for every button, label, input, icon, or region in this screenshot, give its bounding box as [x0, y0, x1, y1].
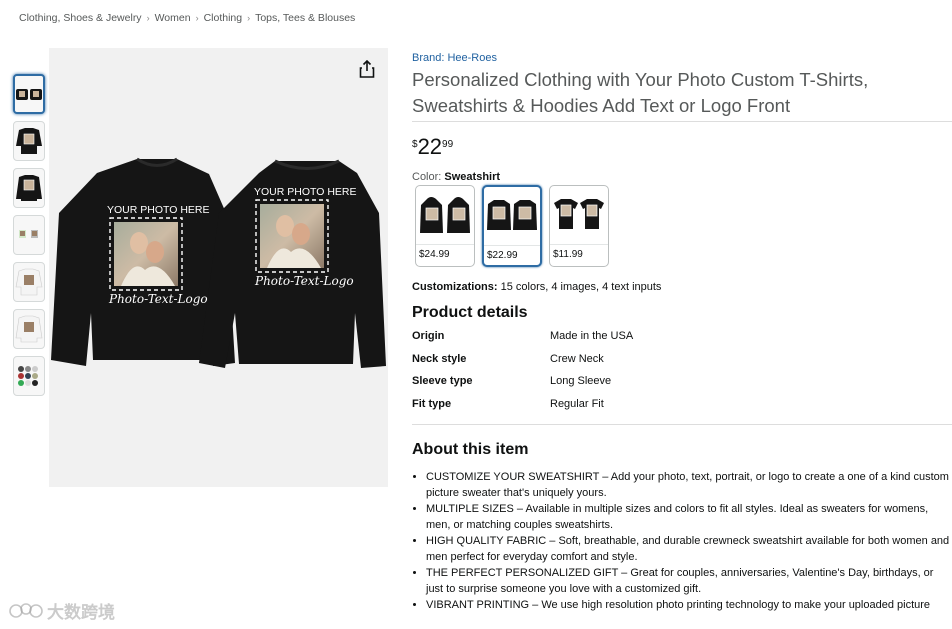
about-heading: About this item — [412, 441, 529, 458]
breadcrumb-item-tops[interactable]: Tops, Tees & Blouses — [255, 12, 355, 24]
breadcrumb-separator: › — [247, 13, 251, 23]
breadcrumb-item-clothing[interactable]: Clothing — [204, 12, 243, 24]
swatch-price: $24.99 — [416, 244, 474, 266]
watermark-text: 大数跨境 — [47, 603, 115, 622]
photo-tag-right: YOUR PHOTO HERE — [254, 186, 357, 198]
detail-row-origin: Origin Made in the USA — [412, 330, 952, 353]
about-bullet: THE PERFECT PERSONALIZED GIFT – Great fo… — [426, 565, 952, 597]
thumbnail-strip — [13, 74, 45, 403]
swatch-hoodie[interactable]: $24.99 — [415, 185, 475, 267]
detail-value: Crew Neck — [550, 352, 604, 365]
customizations-label: Customizations: — [412, 281, 498, 293]
thumbnail-4[interactable] — [13, 215, 45, 255]
divider — [412, 121, 952, 122]
product-info: Brand: Hee-Roes Personalized Clothing wi… — [412, 48, 952, 613]
detail-value: Regular Fit — [550, 397, 604, 410]
sweatshirts-illustration: YOUR PHOTO HERE Photo-Text-Logo YOUR PHO… — [51, 157, 386, 368]
detail-value: Made in the USA — [550, 330, 634, 342]
watermark: 大数跨境 — [8, 598, 115, 623]
product-details-heading: Product details — [412, 304, 528, 321]
breadcrumb-separator: › — [195, 13, 199, 23]
watermark-logo-icon — [9, 602, 43, 618]
about-bullet: MULTIPLE SIZES – Available in multiple s… — [426, 501, 952, 533]
customizations-value: 15 colors, 4 images, 4 text inputs — [500, 281, 662, 293]
color-selected-value: Sweatshirt — [444, 171, 501, 183]
swatch-price: $22.99 — [484, 245, 540, 265]
detail-key: Fit type — [412, 397, 452, 410]
thumbnail-6[interactable] — [13, 309, 45, 349]
breadcrumb-item-clothing-shoes-jewelry[interactable]: Clothing, Shoes & Jewelry — [19, 12, 142, 24]
breadcrumb-item-women[interactable]: Women — [155, 12, 191, 24]
price-fraction: 99 — [442, 139, 454, 150]
detail-value: Long Sleeve — [550, 375, 612, 387]
tshirt-image — [554, 199, 604, 229]
detail-key: Neck style — [412, 352, 467, 365]
about-bullet: VIBRANT PRINTING – We use high resolutio… — [426, 597, 952, 613]
sweatshirt-image — [487, 200, 537, 230]
product-title: Personalized Clothing with Your Photo Cu… — [412, 69, 869, 116]
color-swatches: $24.99 $22.99 $11.99 — [415, 185, 952, 267]
color-label: Color: Sweatshirt — [412, 171, 952, 183]
photo-tag-left: YOUR PHOTO HERE — [107, 204, 210, 216]
thumbnail-7[interactable] — [13, 356, 45, 396]
thumbnail-3[interactable] — [13, 168, 45, 208]
share-button[interactable] — [356, 58, 378, 80]
about-bullets: CUSTOMIZE YOUR SWEATSHIRT – Add your pho… — [412, 469, 952, 613]
photo-script-right: Photo-Text-Logo — [254, 274, 354, 288]
detail-row-sleeve-type: Sleeve type Long Sleeve — [412, 375, 952, 398]
brand-link[interactable]: Brand: Hee-Roes — [412, 52, 497, 64]
detail-key: Origin — [412, 330, 445, 342]
sweatshirt-right: YOUR PHOTO HERE Photo-Text-Logo — [199, 159, 386, 368]
product-details-table: Origin Made in the USA Neck style Crew N… — [412, 330, 952, 420]
breadcrumb-separator: › — [146, 13, 150, 23]
detail-row-neck-style: Neck style Crew Neck — [412, 353, 952, 376]
price-whole: 22 — [417, 134, 443, 159]
detail-key: Sleeve type — [412, 375, 473, 387]
divider — [412, 424, 952, 425]
share-icon — [359, 60, 375, 78]
about-bullet: HIGH QUALITY FABRIC – Soft, breathable, … — [426, 533, 952, 565]
color-label-text: Color: — [412, 171, 442, 183]
detail-row-fit-type: Fit type Regular Fit — [412, 398, 952, 421]
customizations: Customizations: 15 colors, 4 images, 4 t… — [412, 281, 952, 293]
swatch-price: $11.99 — [550, 244, 608, 266]
breadcrumb: Clothing, Shoes & Jewelry › Women › Clothing… — [19, 12, 355, 24]
hoodie-image — [420, 197, 470, 233]
about-bullet: CUSTOMIZE YOUR SWEATSHIRT – Add your pho… — [426, 469, 952, 501]
swatch-sweatshirt[interactable]: $22.99 — [482, 185, 542, 267]
main-product-image[interactable]: YOUR PHOTO HERE Photo-Text-Logo YOUR PHO… — [49, 48, 388, 487]
thumbnail-1[interactable] — [13, 74, 45, 114]
thumbnail-5[interactable] — [13, 262, 45, 302]
thumbnail-2[interactable] — [13, 121, 45, 161]
price: $ 22 99 — [412, 136, 952, 158]
photo-script-left: Photo-Text-Logo — [108, 292, 208, 306]
swatch-tshirt[interactable]: $11.99 — [549, 185, 609, 267]
